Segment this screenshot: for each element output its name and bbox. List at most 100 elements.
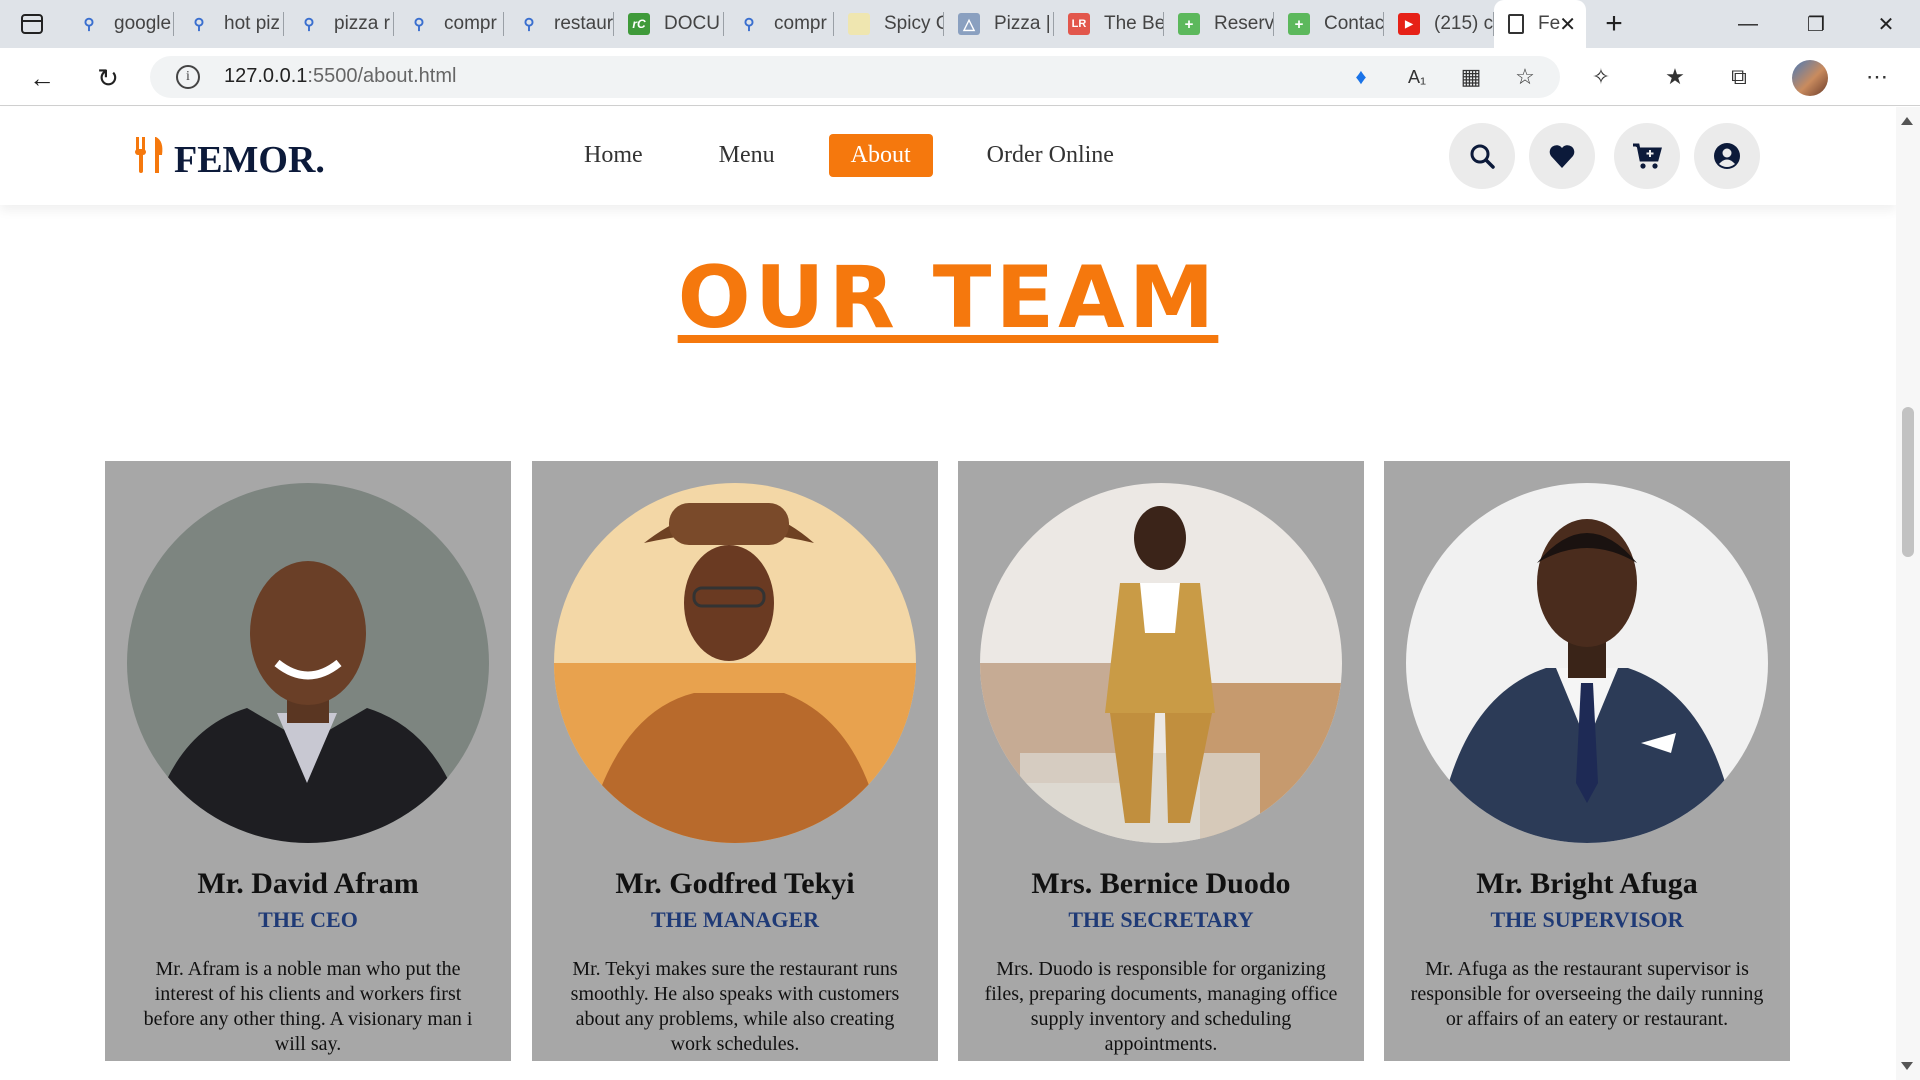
address-toolbar: ← ↻ i 127.0.0.1:5500/about.html ♦ A₁ ▦ ☆… <box>0 48 1920 106</box>
immersive-reader-icon[interactable]: ▦ <box>1456 62 1486 92</box>
browser-tab-strip: ⚲ google ⚲ hot piz ⚲ pizza r ⚲ compr ⚲ restau… <box>0 0 1920 48</box>
url-path: :5500/about.html <box>307 65 457 87</box>
member-role: THE SECRETARY <box>1068 907 1254 932</box>
search-icon <box>1470 144 1495 169</box>
browser-tab[interactable]: ⚲ compr <box>394 0 504 48</box>
tab-title: Reserv <box>1214 13 1274 34</box>
section-title-text: OUR TEAM <box>677 248 1219 348</box>
browser-tab[interactable]: rC DOCU <box>614 0 724 48</box>
tab-title: The Be <box>1104 13 1164 34</box>
tab-actions-icon <box>21 14 43 34</box>
browser-tab[interactable]: ⚲ google <box>64 0 174 48</box>
page-icon <box>848 13 870 35</box>
youtube-icon: ▶ <box>1398 13 1420 35</box>
page-scrollbar[interactable] <box>1896 107 1920 1080</box>
lr-icon: LR <box>1068 13 1090 35</box>
member-description: Mr. Afram is a noble man who put the int… <box>143 958 473 1055</box>
browser-tab[interactable]: LR The Be <box>1054 0 1164 48</box>
member-photo <box>1406 483 1768 843</box>
browser-tab[interactable]: Spicy C <box>834 0 944 48</box>
info-icon[interactable]: i <box>176 65 200 89</box>
team-card: Mr. Godfred Tekyi THE MANAGER Mr. Tekyi … <box>532 461 938 1061</box>
browser-tab[interactable]: ▶ (215) c <box>1384 0 1494 48</box>
browser-tab[interactable]: ⚲ hot piz <box>174 0 284 48</box>
account-button[interactable] <box>1694 123 1760 189</box>
search-icon: ⚲ <box>743 16 755 33</box>
close-tab-icon[interactable]: ✕ <box>1559 12 1576 37</box>
user-icon <box>1714 143 1740 169</box>
cart-icon <box>1633 143 1662 169</box>
tab-title: Fe <box>1538 13 1561 34</box>
member-name: Mr. Bright Afuga <box>1476 867 1698 900</box>
more-menu-icon[interactable]: ⋯ <box>1862 62 1892 92</box>
tab-title: hot piz <box>224 13 280 34</box>
site-logo[interactable]: FEMOR. <box>132 135 325 185</box>
tab-title: compr <box>444 13 497 34</box>
heart-icon <box>1549 145 1575 168</box>
member-description: Mr. Afuga as the restaurant supervisor i… <box>1410 958 1764 1030</box>
nav-order-online[interactable]: Order Online <box>965 134 1136 177</box>
new-tab-button[interactable]: + <box>1586 0 1642 48</box>
coupon-icon[interactable]: ♦ <box>1346 62 1376 92</box>
member-name: Mrs. Bernice Duodo <box>1031 867 1291 900</box>
extensions-icon[interactable]: ✧ <box>1586 62 1616 92</box>
browser-tab[interactable]: △ Pizza | <box>944 0 1054 48</box>
profile-avatar[interactable] <box>1792 60 1828 96</box>
browser-tab[interactable]: ⚲ compr <box>724 0 834 48</box>
close-window-button[interactable]: ✕ <box>1852 0 1920 48</box>
member-role: THE MANAGER <box>650 907 820 932</box>
scroll-down-arrow[interactable] <box>1901 1062 1913 1070</box>
rc-icon: rC <box>628 13 650 35</box>
browser-tab-active[interactable]: Fe ✕ <box>1494 0 1586 48</box>
minimize-button[interactable]: — <box>1714 0 1782 48</box>
member-photo <box>980 483 1342 843</box>
team-card: Mr. Bright Afuga THE SUPERVISOR Mr. Afug… <box>1384 461 1790 1061</box>
refresh-button[interactable]: ↻ <box>86 56 130 100</box>
member-role: THE CEO <box>258 907 358 932</box>
member-photo <box>554 483 916 843</box>
search-button[interactable] <box>1449 123 1515 189</box>
scroll-up-arrow[interactable] <box>1901 117 1913 125</box>
cart-button[interactable] <box>1614 123 1680 189</box>
favorites-button[interactable] <box>1529 123 1595 189</box>
search-icon: ⚲ <box>83 16 95 33</box>
tab-title: Contac <box>1324 13 1384 34</box>
tab-title: Spicy C <box>884 13 944 34</box>
tab-title: restaur <box>554 13 614 34</box>
search-icon: ⚲ <box>523 16 535 33</box>
team-card: Mr. David Afram THE CEO Mr. Afram is a n… <box>105 461 511 1061</box>
fork-knife-icon <box>132 135 168 185</box>
plus-icon: + <box>1178 13 1200 35</box>
tab-title: compr <box>774 13 827 34</box>
section-title: OUR TEAM <box>0 248 1896 348</box>
scroll-thumb[interactable] <box>1902 407 1914 557</box>
plus-icon: + <box>1288 13 1310 35</box>
favorites-icon[interactable]: ★ <box>1660 62 1690 92</box>
browser-tab[interactable]: + Contac <box>1274 0 1384 48</box>
collections-icon[interactable]: ⧉ <box>1724 62 1754 92</box>
tab-title: (215) c <box>1434 13 1494 34</box>
tab-title: DOCU <box>664 13 720 34</box>
tab-title: pizza r <box>334 13 390 34</box>
browser-tab[interactable]: ⚲ restaur <box>504 0 614 48</box>
search-icon: ⚲ <box>193 16 205 33</box>
member-description: Mrs. Duodo is responsible for organizing… <box>984 958 1338 1055</box>
tab-title: Pizza | <box>994 13 1051 34</box>
team-card: Mrs. Bernice Duodo THE SECRETARY Mrs. Du… <box>958 461 1364 1061</box>
tab-title: google <box>114 13 172 34</box>
restore-button[interactable]: ❐ <box>1782 0 1850 48</box>
browser-tab[interactable]: ⚲ pizza r <box>284 0 394 48</box>
url-text: 127.0.0.1:5500/about.html <box>224 65 456 88</box>
member-photo <box>127 483 489 843</box>
add-favorite-icon[interactable]: ☆ <box>1510 62 1540 92</box>
back-button[interactable]: ← <box>20 56 64 100</box>
nav-about[interactable]: About <box>828 134 933 177</box>
browser-tab[interactable]: + Reserv <box>1164 0 1274 48</box>
nav-home[interactable]: Home <box>562 134 665 177</box>
read-aloud-icon[interactable]: A₁ <box>1402 62 1432 92</box>
member-description: Mr. Tekyi makes sure the restaurant runs… <box>570 958 900 1055</box>
pizza-icon: △ <box>958 13 980 35</box>
tab-actions-button[interactable] <box>0 0 64 48</box>
nav-menu[interactable]: Menu <box>697 134 797 177</box>
url-host: 127.0.0.1 <box>224 65 308 87</box>
